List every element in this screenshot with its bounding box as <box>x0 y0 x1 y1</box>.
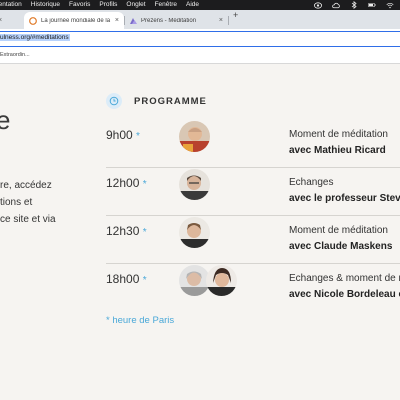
time-star: * <box>136 131 140 142</box>
menu-aide[interactable]: Aide <box>186 0 199 10</box>
row-divider <box>106 215 400 216</box>
cloud-icon[interactable] <box>332 2 340 9</box>
clock-icon <box>106 93 122 109</box>
schedule-row: 12h00 * Echanges avec le professeur Stev… <box>106 169 400 217</box>
tab-label: Prezens - Méditation <box>141 17 197 24</box>
bookmark-item[interactable]: Extraordin... <box>0 52 30 58</box>
battery-icon[interactable] <box>368 2 376 9</box>
schedule-row: 12h30 * Moment de méditation avec Claude… <box>106 217 400 265</box>
menu-profils[interactable]: Profils <box>99 0 117 10</box>
session-type: Echanges & moment de m <box>289 273 400 284</box>
time-value: 12h30 <box>106 224 140 238</box>
prezens-favicon-icon <box>129 17 137 25</box>
close-icon[interactable]: × <box>219 17 223 24</box>
timezone-footnote: * heure de Paris <box>106 315 175 326</box>
avatar <box>179 169 210 200</box>
time-star: * <box>142 179 147 190</box>
close-icon[interactable]: × <box>0 17 2 24</box>
time-value: 12h00 <box>106 176 140 190</box>
left-text-line: re, accédez <box>0 180 52 191</box>
session-time: 18h00 * <box>106 272 147 286</box>
tab-separator <box>228 16 229 25</box>
session-type: Moment de méditation <box>289 225 388 236</box>
tab-label: La journée mondiale de la Méditation <box>41 17 112 24</box>
url-text[interactable]: ulness.org/#meditations <box>0 32 70 44</box>
session-time: 12h30 * <box>106 224 147 238</box>
schedule-row: 18h00 * Echanges & moment de m avec Nico… <box>106 265 400 313</box>
menu-favoris[interactable]: Favoris <box>69 0 90 10</box>
page-content: e re, accédez tions et ce site et via PR… <box>0 65 400 400</box>
left-heading: e <box>0 105 11 135</box>
bluetooth-icon[interactable] <box>350 1 358 9</box>
menu-bar: présentation Historique Favoris Profils … <box>0 0 400 10</box>
status-icons <box>314 0 394 10</box>
session-speaker: avec Nicole Bordeleau et <box>289 289 400 300</box>
time-value: 9h00 <box>106 128 133 142</box>
time-star: * <box>142 227 147 238</box>
session-time: 9h00 * <box>106 128 140 142</box>
session-speaker: avec Claude Maskens <box>289 241 393 252</box>
avatar <box>179 217 210 248</box>
row-divider <box>106 167 400 168</box>
menu-items: présentation Historique Favoris Profils … <box>0 0 208 10</box>
menu-presentation[interactable]: présentation <box>0 0 22 10</box>
session-speaker: avec Mathieu Ricard <box>289 145 386 156</box>
avatar <box>206 265 237 296</box>
left-text-line: tions et <box>0 197 33 208</box>
time-value: 18h00 <box>106 272 140 286</box>
avatar <box>179 121 210 152</box>
screen-record-icon[interactable] <box>314 1 322 9</box>
tab-journee-mondiale[interactable]: La journée mondiale de la Méditation × <box>24 12 124 29</box>
time-star: * <box>142 275 147 286</box>
menu-historique[interactable]: Historique <box>31 0 60 10</box>
menu-fenetre[interactable]: Fenêtre <box>155 0 177 10</box>
site-favicon-icon <box>29 16 37 25</box>
session-speaker: avec le professeur Steven <box>289 193 400 204</box>
tab-prezens[interactable]: Prezens - Méditation × <box>124 12 228 29</box>
tab-strip: × La journée mondiale de la Méditation ×… <box>0 10 400 29</box>
bookmarks-bar: Extraordin... <box>0 49 400 64</box>
url-selection: ulness.org/#meditations <box>0 34 70 41</box>
session-time: 12h00 * <box>106 176 147 190</box>
tab-previous[interactable]: × <box>0 12 25 29</box>
programme-title: PROGRAMME <box>134 96 207 107</box>
schedule-row: 9h00 * Moment de méditation avec Mathieu… <box>106 121 400 169</box>
close-icon[interactable]: × <box>115 17 119 24</box>
new-tab-button[interactable]: + <box>233 11 238 20</box>
left-text-line: ce site et via <box>0 214 56 225</box>
session-type: Moment de méditation <box>289 129 388 140</box>
menu-onglet[interactable]: Onglet <box>126 0 145 10</box>
session-type: Echanges <box>289 177 334 188</box>
row-divider <box>106 263 400 264</box>
wifi-icon[interactable] <box>386 2 394 9</box>
